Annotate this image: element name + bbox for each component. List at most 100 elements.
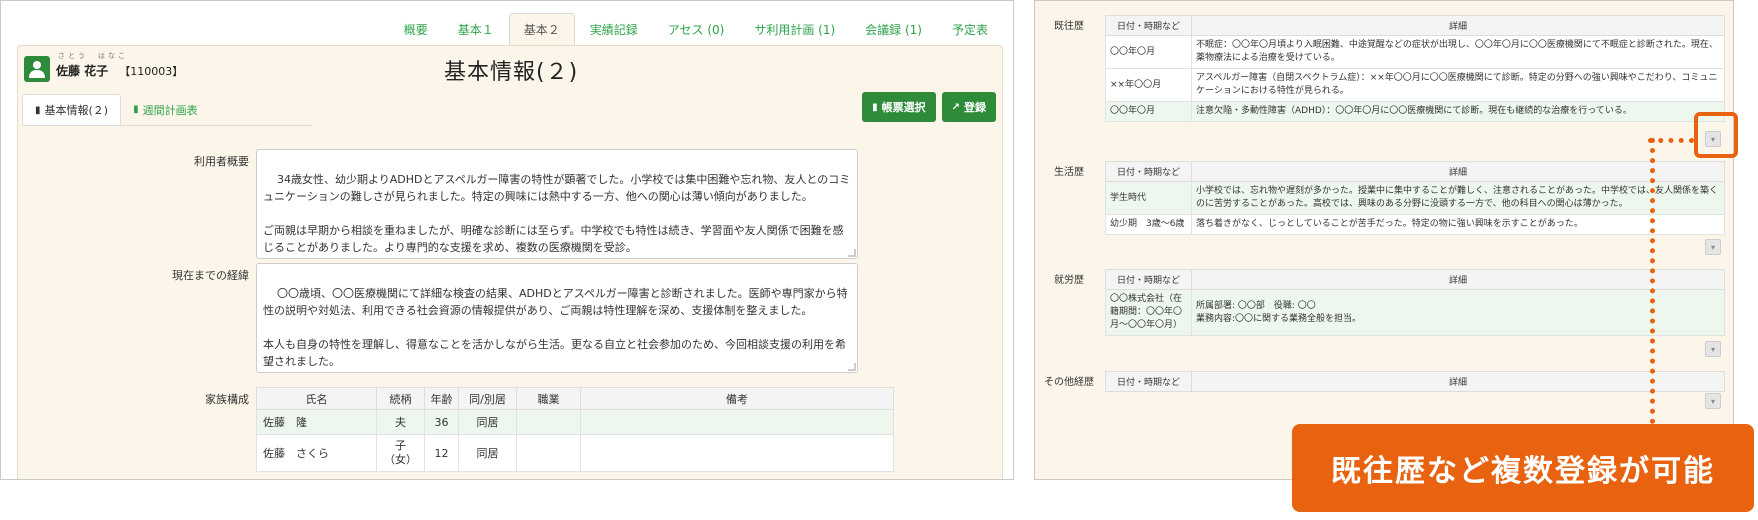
tab-overview[interactable]: 概要 (389, 13, 443, 45)
table-row: 佐藤 さくら 子 （女） 12 同居 (256, 434, 894, 472)
register-label: 登録 (964, 101, 986, 114)
feature-callout: 既往歴など複数登録が可能 (1292, 424, 1754, 512)
family-cell-age: 36 (424, 409, 459, 435)
tab-service-plan[interactable]: サ利用計画 (1) (739, 13, 850, 45)
family-col-relation: 続柄 (376, 387, 425, 410)
history-detail-cell: アスペルガー障害（自閉スペクトラム症）：××年〇〇月に〇〇医療機関にて診断。特定… (1191, 68, 1725, 102)
add-row-button[interactable]: ▾ (1705, 239, 1721, 255)
work-history-table: 日付・時期など 詳細 〇〇株式会社（在籍期間：〇〇年〇月〜〇〇年〇月） 所属部署… (1105, 269, 1725, 336)
subtab-label: 基本情報(２) (44, 104, 109, 117)
resize-handle[interactable] (848, 363, 856, 371)
family-cell-job (516, 409, 581, 435)
history-date-cell: 〇〇株式会社（在籍期間：〇〇年〇月〜〇〇年〇月） (1105, 289, 1192, 336)
history-panel: 既往歴 日付・時期など 詳細 〇〇年〇月 不眠症：〇〇年〇月頃より入眠困難、中途… (1034, 0, 1734, 480)
col-date-header: 日付・時期など (1105, 269, 1192, 290)
work-history-label: 就労歴 (1054, 275, 1084, 286)
register-button[interactable]: ↗ 登録 (941, 92, 996, 122)
col-detail-header: 詳細 (1191, 269, 1725, 290)
history-detail-cell: 小学校では、忘れ物や遅刻が多かった。授業中に集中することが難しく、注意されること… (1191, 181, 1725, 215)
form-select-label: 帳票選択 (881, 101, 926, 114)
table-row: 〇〇株式会社（在籍期間：〇〇年〇月〜〇〇年〇月） 所属部署: 〇〇部 役職: 〇… (1105, 289, 1725, 336)
col-detail-header: 詳細 (1191, 161, 1725, 182)
medical-history-table: 日付・時期など 詳細 〇〇年〇月 不眠症：〇〇年〇月頃より入眠困難、中途覚醒など… (1105, 15, 1725, 122)
user-header: さとう はなこ 佐藤 花子 【110003】 (24, 52, 184, 82)
col-detail-header: 詳細 (1191, 15, 1725, 36)
page-title: 基本情報(２) (444, 60, 579, 85)
user-id: 【110003】 (119, 64, 184, 78)
family-cell-relation: 夫 (376, 409, 425, 435)
family-cell-job (516, 434, 581, 472)
overview-text: 34歳女性、幼少期よりADHDとアスペルガー障害の特性が顕著でした。小学校では集… (263, 173, 851, 254)
table-row: ××年〇〇月 アスペルガー障害（自閉スペクトラム症）：××年〇〇月に〇〇医療機関… (1105, 68, 1725, 102)
family-cell-notes (580, 434, 894, 472)
tab-basic-1[interactable]: 基本１ (443, 13, 509, 45)
main-nav-tabs: 概要 基本１ 基本２ 実績記録 アセス (0) サ利用計画 (1) 会議録 (1… (389, 13, 1003, 45)
family-col-name: 氏名 (256, 387, 377, 410)
history-detail-cell: 落ち着きがなく、じっとしていることが苦手だった。特定の物に強い興味を示すことがあ… (1191, 214, 1725, 235)
family-cell-notes (580, 409, 894, 435)
document-icon: ▮ (35, 104, 41, 116)
family-cell-name: 佐藤 隆 (256, 409, 377, 435)
family-table: 氏名 続柄 年齢 同/別居 職業 備考 佐藤 隆 夫 36 同居 佐藤 さくら … (256, 387, 894, 472)
other-history-label: その他経歴 (1044, 377, 1094, 388)
col-date-header: 日付・時期など (1105, 371, 1192, 392)
tab-schedule[interactable]: 予定表 (937, 13, 1003, 45)
family-cell-cohabit: 同居 (458, 409, 517, 435)
user-avatar-icon (24, 56, 50, 82)
history-detail-cell: 所属部署: 〇〇部 役職: 〇〇 業務内容:〇〇に関する業務全般を担当。 (1191, 289, 1725, 336)
history-detail-cell: 不眠症：〇〇年〇月頃より入眠困難、中途覚醒などの症状が出現し、〇〇年〇月に〇〇医… (1191, 35, 1725, 69)
history-date-cell: 〇〇年〇月 (1105, 101, 1192, 122)
tab-basic-2[interactable]: 基本２ (508, 13, 575, 45)
highlight-frame (1694, 112, 1738, 158)
overview-textarea[interactable]: 34歳女性、幼少期よりADHDとアスペルガー障害の特性が顕著でした。小学校では集… (256, 149, 858, 259)
user-name: 佐藤 花子 (56, 63, 109, 78)
other-history-table: 日付・時期など 詳細 (1105, 371, 1725, 392)
family-cell-name: 佐藤 さくら (256, 434, 377, 472)
history-date-cell: ××年〇〇月 (1105, 68, 1192, 102)
file-icon: ▮ (872, 101, 878, 113)
history-textarea[interactable]: 〇〇歳頃、〇〇医療機関にて詳細な検査の結果、ADHDとアスペルガー障害と診断され… (256, 263, 858, 373)
family-col-notes: 備考 (580, 387, 894, 410)
family-label: 家族構成 (205, 393, 249, 406)
col-date-header: 日付・時期など (1105, 15, 1192, 36)
life-history-table: 日付・時期など 詳細 学生時代 小学校では、忘れ物や遅刻が多かった。授業中に集中… (1105, 161, 1725, 235)
history-detail-cell: 注意欠陥・多動性障害（ADHD）：〇〇年〇月に〇〇医療機関にて診断。現在も継続的… (1191, 101, 1725, 122)
family-cell-relation: 子 （女） (376, 434, 425, 472)
subtab-basic-info-2[interactable]: ▮ 基本情報(２) (22, 94, 122, 125)
history-label: 現在までの経緯 (172, 269, 249, 282)
table-row: 〇〇年〇月 不眠症：〇〇年〇月頃より入眠困難、中途覚醒などの症状が出現し、〇〇年… (1105, 35, 1725, 69)
sub-tabs: ▮ 基本情報(２) ▮ 週間計画表 (22, 94, 312, 126)
resize-handle[interactable] (848, 249, 856, 257)
callout-connector (1650, 138, 1655, 424)
history-text: 〇〇歳頃、〇〇医療機関にて詳細な検査の結果、ADHDとアスペルガー障害と診断され… (263, 287, 848, 368)
add-row-button[interactable]: ▾ (1705, 341, 1721, 357)
family-col-job: 職業 (516, 387, 581, 410)
add-row-button[interactable]: ▾ (1705, 393, 1721, 409)
life-history-label: 生活歴 (1054, 167, 1084, 178)
tab-assessment[interactable]: アセス (0) (653, 13, 740, 45)
tab-meeting-minutes[interactable]: 会議録 (1) (850, 13, 937, 45)
family-col-age: 年齢 (424, 387, 459, 410)
history-date-cell: 〇〇年〇月 (1105, 35, 1192, 69)
subtab-weekly-plan[interactable]: ▮ 週間計画表 (121, 94, 210, 125)
user-name-ruby: さとう はなこ (58, 51, 128, 60)
family-col-cohabit: 同/別居 (458, 387, 517, 410)
action-buttons: ▮ 帳票選択 ↗ 登録 (862, 92, 996, 122)
family-cell-age: 12 (424, 434, 459, 472)
form-select-button[interactable]: ▮ 帳票選択 (862, 92, 936, 122)
family-cell-cohabit: 同居 (458, 434, 517, 472)
col-detail-header: 詳細 (1191, 371, 1725, 392)
subtab-label: 週間計画表 (142, 103, 198, 117)
basic-info-panel: 概要 基本１ 基本２ 実績記録 アセス (0) サ利用計画 (1) 会議録 (1… (0, 0, 1014, 480)
history-date-cell: 幼少期 3歳〜6歳 (1105, 214, 1192, 235)
medical-history-label: 既往歴 (1054, 21, 1084, 32)
tab-records[interactable]: 実績記録 (575, 13, 653, 45)
table-row: 幼少期 3歳〜6歳 落ち着きがなく、じっとしていることが苦手だった。特定の物に強… (1105, 214, 1725, 235)
table-row: 佐藤 隆 夫 36 同居 (256, 409, 894, 435)
document-icon: ▮ (133, 104, 139, 115)
external-link-icon: ↗ (951, 101, 960, 113)
table-row: 学生時代 小学校では、忘れ物や遅刻が多かった。授業中に集中することが難しく、注意… (1105, 181, 1725, 215)
table-row: 〇〇年〇月 注意欠陥・多動性障害（ADHD）：〇〇年〇月に〇〇医療機関にて診断。… (1105, 101, 1725, 122)
history-date-cell: 学生時代 (1105, 181, 1192, 215)
col-date-header: 日付・時期など (1105, 161, 1192, 182)
